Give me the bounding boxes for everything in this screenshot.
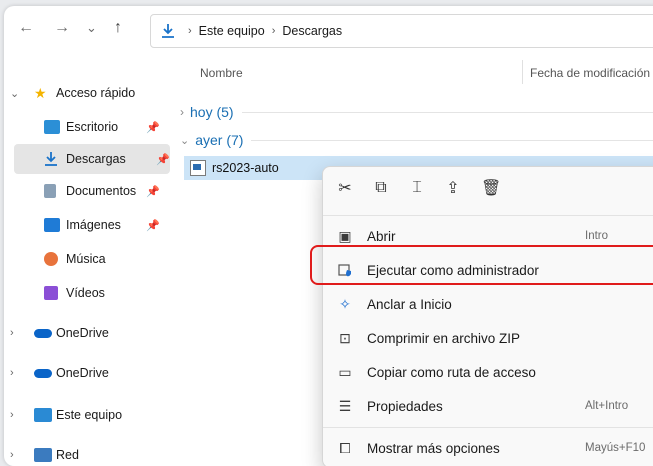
sidebar-item-acceso-rapido[interactable]: ⌄ ★ Acceso rápido [4, 78, 170, 108]
breadcrumb-separator: › [271, 25, 276, 37]
sidebar-item-musica[interactable]: Música [4, 244, 170, 274]
highlight-outline [310, 245, 653, 285]
chevron-down-icon[interactable]: ⌄ [10, 87, 19, 100]
sidebar-item-label: Acceso rápido [56, 86, 136, 100]
navigation-bar: ← → ⌄ ↑ › Este equipo › Descargas [4, 6, 653, 52]
sidebar-item-imagenes[interactable]: Imágenes 📌 [4, 210, 170, 240]
group-label: ayer (7) [195, 132, 244, 148]
context-menu: ✂ ⧉ ⌶ ⇪ 🗑 ▣ Abrir Intro Ejecutar como ad… [322, 166, 653, 466]
file-explorer-window: ← → ⌄ ↑ › Este equipo › Descargas ⌄ ★ Ac… [4, 6, 653, 466]
rename-icon[interactable]: ⌶ [409, 179, 425, 197]
sidebar-item-escritorio[interactable]: Escritorio 📌 [4, 112, 170, 142]
chevron-right-icon[interactable]: › [10, 327, 14, 339]
menu-item-shortcut: Mayús+F10 [585, 442, 646, 454]
sidebar-item-red[interactable]: › Red [4, 440, 170, 466]
menu-item-shortcut: Alt+Intro [585, 400, 629, 412]
share-icon[interactable]: ⇪ [445, 178, 461, 198]
sidebar-item-label: Escritorio [66, 120, 119, 134]
cut-icon[interactable]: ✂ [337, 178, 353, 198]
more-options-icon: ⧠ [339, 439, 351, 456]
copy-icon[interactable]: ⧉ [373, 179, 389, 197]
menu-item-label: Comprimir en archivo ZIP [367, 330, 521, 346]
menu-item-copiar-ruta[interactable]: ▭ Copiar como ruta de acceso [323, 355, 653, 389]
sidebar-item-documentos[interactable]: Documentos 📌 [4, 176, 170, 206]
pin-icon: 📌 [156, 153, 170, 166]
chevron-right-icon[interactable]: › [10, 367, 14, 379]
sidebar-item-label: Documentos [66, 184, 137, 198]
pin-icon: ✧ [339, 295, 351, 312]
pin-icon: 📌 [146, 121, 160, 134]
videos-icon [44, 286, 58, 300]
menu-item-label: Mostrar más opciones [367, 440, 500, 456]
network-icon [34, 448, 52, 462]
file-name: rs2023-auto [212, 161, 279, 175]
pictures-icon [44, 218, 60, 232]
star-icon: ★ [34, 84, 47, 101]
delete-icon[interactable]: 🗑 [481, 178, 501, 198]
group-divider [241, 111, 653, 113]
pc-icon [34, 408, 52, 422]
sidebar-item-label: Red [56, 448, 79, 462]
menu-item-anclar-a-inicio[interactable]: ✧ Anclar a Inicio [323, 287, 653, 321]
documents-icon [44, 184, 56, 198]
menu-item-comprimir-zip[interactable]: ⊡ Comprimir en archivo ZIP [323, 321, 653, 355]
zip-icon: ⊡ [339, 329, 351, 346]
recent-locations-button[interactable]: ⌄ [86, 18, 97, 38]
chevron-right-icon: › [180, 105, 184, 119]
download-icon [45, 152, 57, 166]
properties-icon: ☰ [338, 397, 352, 414]
sidebar-item-descargas[interactable]: Descargas 📌 [14, 144, 170, 174]
address-bar[interactable]: › Este equipo › Descargas [150, 14, 653, 48]
sidebar-item-label: Imágenes [66, 218, 121, 232]
chevron-down-icon: ⌄ [180, 134, 190, 147]
menu-item-label: Abrir [367, 228, 396, 244]
sidebar-item-label: Música [66, 252, 106, 266]
menu-item-propiedades[interactable]: ☰ Propiedades Alt+Intro [323, 389, 653, 423]
group-label: hoy (5) [190, 104, 234, 120]
sidebar-item-label: Este equipo [56, 408, 123, 422]
breadcrumb-descargas[interactable]: Descargas [282, 24, 342, 38]
path-icon: ▭ [338, 363, 352, 380]
music-icon [44, 252, 58, 266]
open-icon: ▣ [338, 227, 352, 244]
desktop-icon [44, 120, 60, 134]
context-menu-icon-bar: ✂ ⧉ ⌶ ⇪ 🗑 [323, 167, 653, 209]
sidebar-item-onedrive-1[interactable]: › OneDrive [4, 318, 170, 348]
menu-item-mostrar-mas-opciones[interactable]: ⧠ Mostrar más opciones Mayús+F10 [323, 431, 653, 465]
menu-divider [323, 215, 653, 216]
breadcrumb-separator: › [188, 25, 192, 37]
sidebar-item-label: Descargas [66, 152, 126, 166]
navigation-pane: ⌄ ★ Acceso rápido Escritorio 📌 Descargas… [4, 66, 174, 466]
back-button[interactable]: ← [18, 18, 34, 38]
sidebar-item-label: OneDrive [56, 326, 109, 340]
menu-item-label: Anclar a Inicio [367, 296, 452, 312]
menu-divider [323, 427, 653, 428]
column-header-name[interactable]: Nombre [200, 66, 243, 80]
cloud-icon [34, 328, 52, 338]
sidebar-item-label: OneDrive [56, 366, 109, 380]
menu-item-label: Propiedades [367, 398, 443, 414]
column-divider[interactable] [522, 60, 523, 84]
menu-item-shortcut: Intro [585, 230, 609, 242]
download-icon [162, 24, 174, 38]
sidebar-item-este-equipo[interactable]: › Este equipo [4, 400, 170, 430]
breadcrumb-este-equipo[interactable]: Este equipo [199, 24, 265, 38]
pin-icon: 📌 [146, 219, 160, 232]
group-header-hoy[interactable]: › hoy (5) [180, 104, 653, 120]
sidebar-item-videos[interactable]: Vídeos [4, 278, 170, 308]
group-header-ayer[interactable]: ⌄ ayer (7) [180, 132, 653, 148]
column-header-date[interactable]: Fecha de modificación [530, 66, 650, 80]
menu-item-label: Copiar como ruta de acceso [367, 364, 536, 380]
executable-icon [190, 160, 206, 176]
sidebar-item-onedrive-2[interactable]: › OneDrive [4, 358, 170, 388]
cloud-icon [34, 368, 52, 378]
group-divider [251, 139, 653, 141]
forward-button[interactable]: → [54, 18, 70, 38]
sidebar-item-label: Vídeos [66, 286, 105, 300]
chevron-right-icon[interactable]: › [10, 409, 14, 421]
pin-icon: 📌 [146, 185, 160, 198]
up-button[interactable]: ↑ [114, 18, 122, 38]
